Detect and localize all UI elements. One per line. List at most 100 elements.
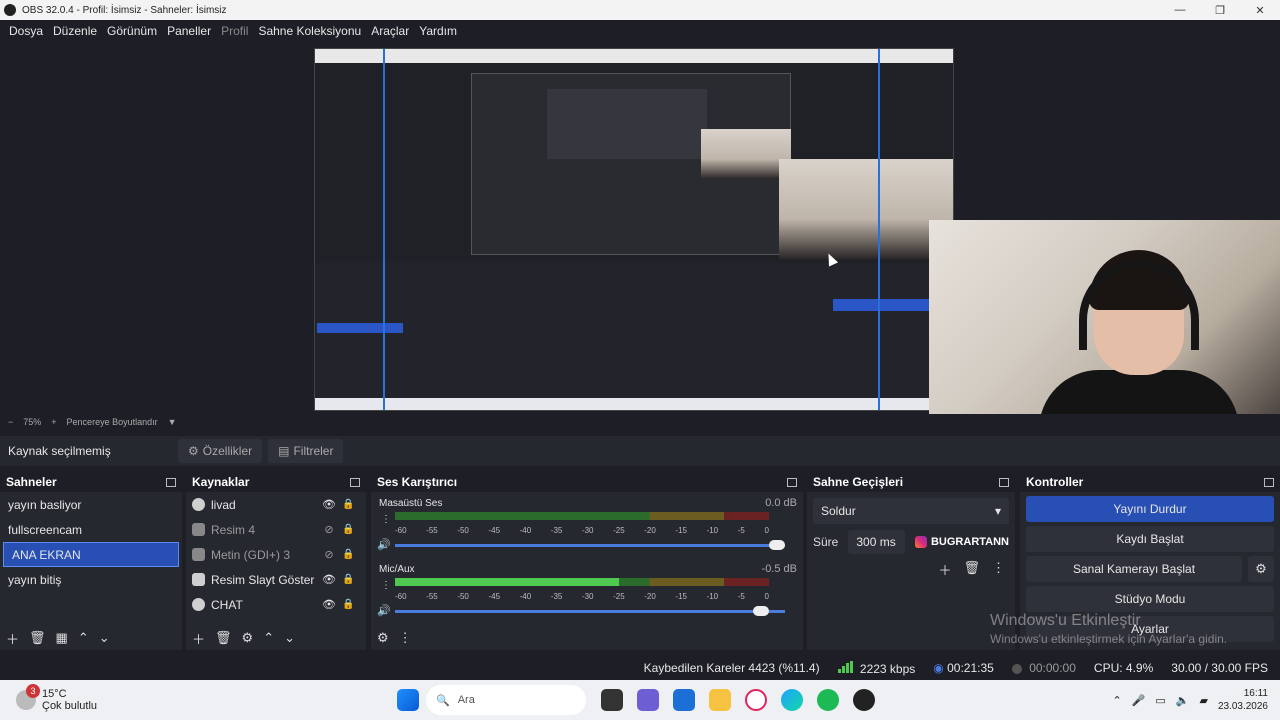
stop-stream-button[interactable]: Yayını Durdur [1026, 496, 1274, 522]
start-record-button[interactable]: Kaydı Başlat [1026, 526, 1274, 552]
chevron-up-icon[interactable]: ⌃ [1112, 694, 1121, 707]
menu-file[interactable]: Dosya [4, 24, 48, 38]
lock-icon[interactable]: 🔒 [342, 599, 354, 610]
record-icon [1011, 663, 1022, 674]
source-item[interactable]: livad 👁 🔒 [186, 492, 366, 517]
teams-icon[interactable] [637, 689, 659, 711]
eye-slash-icon[interactable]: ⊘ [322, 523, 336, 536]
eye-slash-icon[interactable]: ⊘ [322, 548, 336, 561]
preview-canvas[interactable] [314, 48, 954, 411]
float-dock-icon[interactable] [166, 477, 176, 487]
source-item[interactable]: Resim 4 ⊘ 🔒 [186, 517, 366, 542]
trash-icon[interactable]: 🗑 [963, 560, 980, 579]
lock-icon[interactable]: 🔒 [342, 524, 354, 535]
trash-icon[interactable]: 🗑 [215, 630, 232, 646]
slider-knob[interactable] [753, 606, 770, 616]
duration-input[interactable]: 300 ms [848, 530, 905, 554]
chevron-down-icon[interactable]: ▼ [168, 417, 177, 427]
studio-mode-button[interactable]: Stüdyo Modu [1026, 586, 1274, 612]
add-icon[interactable]: ＋ [938, 560, 951, 579]
volume-icon[interactable]: 🔈 [1176, 694, 1190, 707]
menu-profile[interactable]: Profil [216, 24, 253, 38]
menu-edit[interactable]: Düzenle [48, 24, 102, 38]
clock[interactable]: 16:11 23.03.2026 [1218, 687, 1268, 713]
kebab-menu-icon[interactable]: ⋮ [381, 580, 391, 591]
fps: 30.00 / 30.00 FPS [1171, 661, 1268, 675]
scenes-header: Sahneler [0, 472, 182, 492]
menu-help[interactable]: Yardım [414, 24, 462, 38]
chevron-up-icon[interactable]: ⌃ [78, 630, 89, 646]
add-icon[interactable]: ＋ [6, 629, 19, 648]
float-dock-icon[interactable] [1264, 477, 1274, 487]
volume-slider[interactable] [395, 540, 785, 550]
maximize-button[interactable]: ❐ [1200, 0, 1240, 20]
scene-item[interactable]: fullscreencam [0, 517, 182, 542]
lock-icon[interactable]: 🔒 [342, 549, 354, 560]
taskbar-search[interactable]: 🔍 Ara [426, 685, 586, 715]
overlay-username: BUGRARTANN [930, 536, 1009, 548]
edge-icon[interactable] [781, 689, 803, 711]
add-icon[interactable]: ＋ [192, 629, 205, 648]
scene-item[interactable]: yayın bitiş [0, 567, 182, 592]
source-item[interactable]: CHAT 👁 🔒 [186, 592, 366, 617]
task-view-icon[interactable] [601, 689, 623, 711]
weather-widget[interactable]: 3 15°C Çok bulutlu [0, 684, 390, 712]
opera-icon[interactable] [745, 689, 767, 711]
menu-scene-collection[interactable]: Sahne Koleksiyonu [253, 24, 366, 38]
scene-item-selected[interactable]: ANA EKRAN [3, 542, 179, 567]
channel-name: Mic/Aux [379, 564, 415, 575]
float-dock-icon[interactable] [999, 477, 1009, 487]
filter-icon: ▤ [278, 444, 290, 458]
filters-icon[interactable]: ▦ [56, 630, 68, 646]
zoom-in-button[interactable]: + [51, 417, 56, 427]
microphone-icon[interactable]: 🎤 [1132, 694, 1146, 707]
eye-icon[interactable]: 👁 [322, 573, 336, 586]
file-explorer-icon[interactable] [709, 689, 731, 711]
gear-icon[interactable]: ⚙ [242, 630, 254, 646]
close-button[interactable]: ✕ [1240, 0, 1280, 20]
menu-docks[interactable]: Paneller [162, 24, 216, 38]
obs-taskbar-icon[interactable] [853, 689, 875, 711]
menu-tools[interactable]: Araçlar [366, 24, 414, 38]
fit-to-window-label[interactable]: Pencereye Boyutlandır [67, 417, 158, 427]
controls-header: Kontroller [1020, 472, 1280, 492]
chevron-up-icon[interactable]: ⌃ [263, 630, 274, 646]
speaker-icon[interactable]: 🔊 [377, 538, 391, 551]
lock-icon[interactable]: 🔒 [342, 499, 354, 510]
speaker-icon[interactable]: 🔊 [377, 604, 391, 617]
kebab-menu-icon[interactable]: ⋮ [399, 630, 412, 646]
meter-tick: -60 [395, 526, 407, 535]
transition-select[interactable]: Soldur ▾ [813, 498, 1009, 524]
windows-start-icon[interactable] [397, 689, 419, 711]
float-dock-icon[interactable] [787, 477, 797, 487]
eye-icon[interactable]: 👁 [322, 598, 336, 611]
network-icon[interactable]: ▭ [1155, 694, 1165, 707]
zoom-out-button[interactable]: − [8, 417, 13, 427]
lock-icon[interactable]: 🔒 [342, 574, 354, 585]
properties-button[interactable]: ⚙ Özellikler [178, 439, 263, 463]
eye-icon[interactable]: 👁 [322, 498, 336, 511]
filters-button[interactable]: ▤ Filtreler [268, 439, 344, 463]
source-item[interactable]: Metin (GDI+) 3 ⊘ 🔒 [186, 542, 366, 567]
chevron-down-icon[interactable]: ⌄ [99, 630, 110, 646]
kebab-menu-icon[interactable]: ⋮ [992, 560, 1005, 579]
nested-docks [315, 263, 953, 398]
kebab-menu-icon[interactable]: ⋮ [381, 514, 391, 525]
store-icon[interactable] [673, 689, 695, 711]
battery-icon[interactable]: ▰ [1199, 694, 1207, 707]
spotify-icon[interactable] [817, 689, 839, 711]
scene-item[interactable]: yayın basliyor [0, 492, 182, 517]
volume-slider[interactable] [395, 606, 785, 616]
minimize-button[interactable]: — [1160, 0, 1200, 20]
gear-icon[interactable]: ⚙ [1248, 556, 1274, 582]
meter-tick: -5 [737, 592, 745, 601]
trash-icon[interactable]: 🗑 [29, 630, 46, 646]
advanced-audio-icon[interactable]: ⚙ [377, 630, 389, 646]
menu-view[interactable]: Görünüm [102, 24, 162, 38]
slider-knob[interactable] [769, 540, 785, 550]
float-dock-icon[interactable] [350, 477, 360, 487]
chevron-down-icon[interactable]: ⌄ [284, 630, 295, 646]
webcam-source[interactable] [929, 220, 1280, 418]
virtual-camera-button[interactable]: Sanal Kamerayı Başlat [1026, 556, 1242, 582]
source-item[interactable]: Resim Slayt Göster 👁 🔒 [186, 567, 366, 592]
